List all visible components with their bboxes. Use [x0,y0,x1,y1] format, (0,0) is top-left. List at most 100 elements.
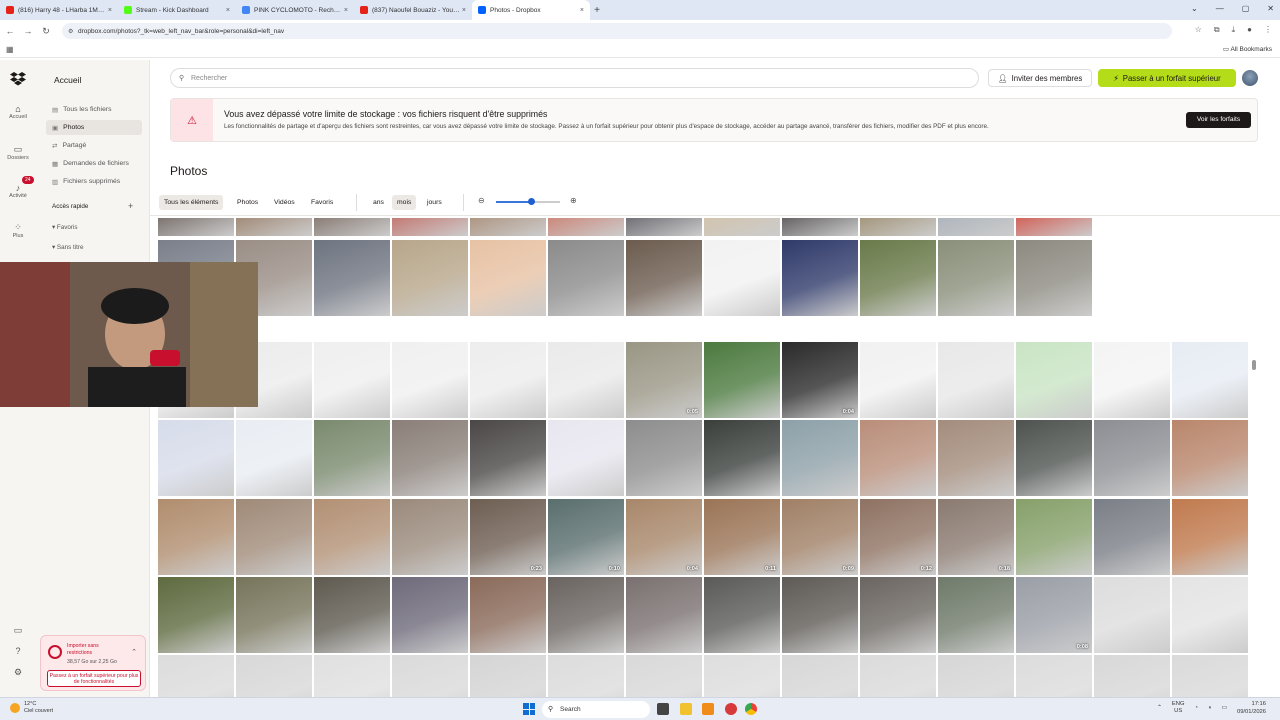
photo-thumbnail[interactable] [860,655,936,697]
photo-thumbnail[interactable] [1172,420,1248,496]
start-button[interactable] [523,703,535,715]
chevron-up-icon[interactable]: ⌃ [1157,705,1162,711]
all-bookmarks-button[interactable]: ▭ All Bookmarks [1223,45,1272,53]
photo-thumbnail[interactable] [1016,499,1092,575]
scale-days[interactable]: jours [422,195,447,210]
photo-thumbnail[interactable] [860,342,936,418]
photo-thumbnail[interactable] [548,342,624,418]
photo-thumbnail[interactable] [938,420,1014,496]
photo-thumbnail[interactable] [704,218,780,236]
untitled-toggle[interactable]: ▾ Sans titre [52,244,84,251]
import-upgrade-button[interactable]: Passez à un forfait supérieur pour plus … [47,670,141,687]
photo-thumbnail[interactable] [626,577,702,653]
profile-icon[interactable]: ● [1247,25,1252,35]
photo-thumbnail[interactable]: 0:09 [782,499,858,575]
photo-thumbnail[interactable] [860,420,936,496]
photo-thumbnail[interactable] [236,218,312,236]
photo-thumbnail[interactable]: 0:04 [782,342,858,418]
photo-thumbnail[interactable] [626,218,702,236]
photo-thumbnail[interactable] [314,577,390,653]
battery-icon[interactable]: ▭ [1222,705,1227,711]
photo-thumbnail[interactable] [860,577,936,653]
photo-thumbnail[interactable] [1172,577,1248,653]
close-tab-icon[interactable]: × [108,7,112,14]
photo-thumbnail[interactable] [782,240,858,316]
rail-activity[interactable]: ♪ Activité [0,183,36,199]
photo-thumbnail[interactable] [158,655,234,697]
photo-thumbnail[interactable] [392,499,468,575]
site-info-icon[interactable]: ⚙ [68,28,73,35]
invite-members-button[interactable]: 👤︎ Inviter des membres [988,69,1092,87]
photo-thumbnail[interactable] [782,218,858,236]
photo-thumbnail[interactable] [1016,240,1092,316]
photo-thumbnail[interactable] [938,218,1014,236]
photo-thumbnail[interactable] [938,655,1014,697]
extensions-icon[interactable]: ⧉ [1214,25,1220,35]
tab-search-icon[interactable]: ⌄ [1191,4,1198,13]
language-indicator[interactable]: ENG US [1172,701,1185,715]
scale-months[interactable]: mois [392,195,417,210]
zoom-slider[interactable] [496,198,560,205]
sidebar-item-deleted-files[interactable]: ▥ Fichiers supprimés [46,174,142,189]
browser-tab[interactable]: (816) Harry 48 - LHarba 1Maki... × [0,0,118,20]
photo-thumbnail[interactable] [392,240,468,316]
download-icon[interactable]: ⤓ [1232,25,1236,35]
photo-thumbnail[interactable] [1094,342,1170,418]
close-window-button[interactable]: ✕ [1267,4,1274,13]
filter-all-items[interactable]: Tous les éléments [159,195,224,210]
photo-thumbnail[interactable] [1016,655,1092,697]
photo-thumbnail[interactable] [392,655,468,697]
photo-thumbnail[interactable] [548,655,624,697]
photo-thumbnail[interactable] [548,577,624,653]
photo-thumbnail[interactable] [938,240,1014,316]
wifi-icon[interactable]: ◔ [1194,705,1198,711]
photo-thumbnail[interactable] [236,499,312,575]
forward-button[interactable]: → [20,26,36,36]
photo-thumbnail[interactable]: 0:04 [626,499,702,575]
zoom-in-icon[interactable]: ⊕ [570,196,577,205]
zoom-out-icon[interactable]: ⊖ [478,196,485,205]
scale-years[interactable]: ans [368,195,389,210]
see-plans-button[interactable]: Voir les forfaits [1186,112,1251,128]
photo-thumbnail[interactable] [1172,342,1248,418]
photo-thumbnail[interactable]: 0:05 [626,342,702,418]
photo-thumbnail[interactable] [392,218,468,236]
photo-thumbnail[interactable] [158,420,234,496]
new-tab-button[interactable]: + [590,5,604,16]
filter-videos[interactable]: Vidéos [269,195,300,210]
rail-home[interactable]: ⌂ Accueil [0,104,36,120]
close-tab-icon[interactable]: × [580,7,584,14]
photo-thumbnail[interactable] [1094,655,1170,697]
menu-icon[interactable]: ⋮ [1264,25,1272,35]
photo-thumbnail[interactable] [548,218,624,236]
avatar[interactable] [1242,70,1258,86]
back-button[interactable]: ← [2,26,18,36]
browser-tab[interactable]: (837) Naoufel Bouaziz - YouTu... × [354,0,472,20]
photo-thumbnail[interactable]: 0:10 [548,499,624,575]
sidebar-item-all-files[interactable]: ▤ Tous les fichiers [46,102,142,117]
sidebar-home-title[interactable]: Accueil [54,75,81,85]
photo-thumbnail[interactable] [158,577,234,653]
task-view-icon[interactable] [657,703,669,715]
photo-thumbnail[interactable] [236,420,312,496]
photo-thumbnail[interactable] [314,218,390,236]
photo-thumbnail[interactable] [626,420,702,496]
photo-thumbnail[interactable] [1094,420,1170,496]
photo-thumbnail[interactable] [314,240,390,316]
weather-widget[interactable]: 12°C Ciel couvert [10,701,53,715]
photo-thumbnail[interactable] [236,577,312,653]
photo-thumbnail[interactable] [314,342,390,418]
bookmark-star-icon[interactable]: ☆ [1195,25,1202,35]
reload-button[interactable]: ↻ [38,26,54,37]
photo-thumbnail[interactable] [314,420,390,496]
photo-thumbnail[interactable] [470,420,546,496]
photo-thumbnail[interactable] [314,655,390,697]
apps-icon[interactable]: ▦ [6,45,14,54]
rail-help[interactable]: ? [0,646,36,656]
photo-thumbnail[interactable] [470,240,546,316]
sidebar-item-photos[interactable]: ▣ Photos [46,120,142,135]
photo-thumbnail[interactable]: 0:12 [860,499,936,575]
photo-thumbnail[interactable] [1094,499,1170,575]
photo-thumbnail[interactable]: 0:23 [470,499,546,575]
maximize-button[interactable]: ▢ [1242,4,1250,13]
